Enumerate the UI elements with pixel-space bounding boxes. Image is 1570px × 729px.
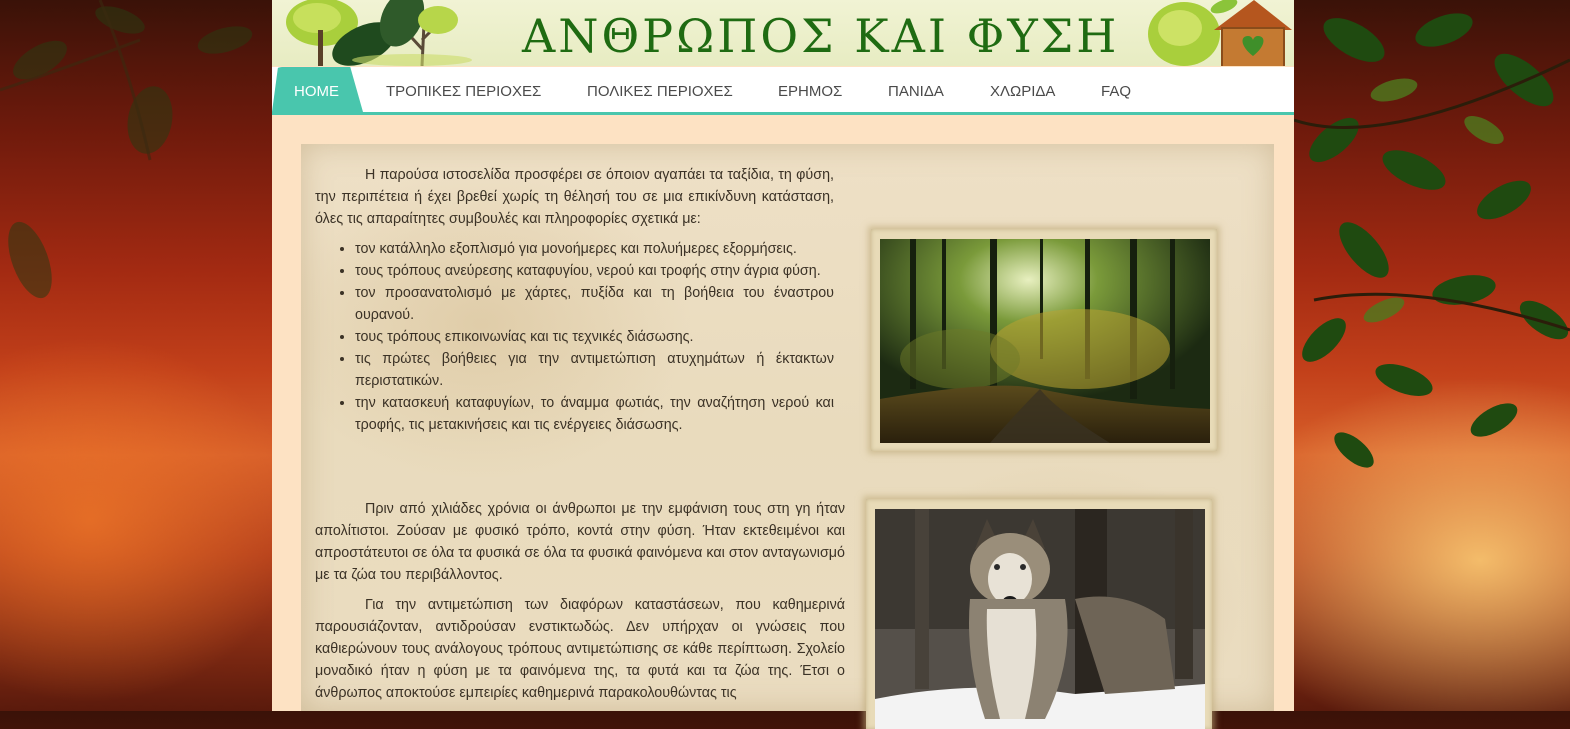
birdhouse-tree-icon <box>1148 0 1292 66</box>
content-panel: Η παρούσα ιστοσελίδα προσφέρει σε όποιον… <box>301 144 1274 729</box>
wolf-photo-frame <box>866 499 1212 729</box>
intro-section: Η παρούσα ιστοσελίδα προσφέρει σε όποιον… <box>315 164 834 436</box>
forest-photo <box>880 239 1210 443</box>
background-foliage-right <box>1294 13 1570 468</box>
nav-item-flora[interactable]: ΧΛΩΡΙΔΑ <box>990 67 1055 112</box>
list-item: τους τρόπους επικοινωνίας και τις τεχνικ… <box>355 326 834 348</box>
nav-item-tropical-regions[interactable]: ΤΡΟΠΙΚΕΣ ΠΕΡΙΟΧΕΣ <box>386 67 541 112</box>
site-header: ΑΝΘΡΩΠΟΣ ΚΑΙ ΦΥΣΗ <box>272 0 1294 66</box>
history-paragraph: Για την αντιμετώπιση των διαφόρων καταστ… <box>315 597 845 701</box>
history-section: Πριν από χιλιάδες χρόνια οι άνθρωποι με … <box>315 498 845 712</box>
trees-leaf-logo-icon <box>286 0 472 66</box>
list-item: τον προσανατολισμό με χάρτες, πυξίδα και… <box>355 282 834 326</box>
nav-item-desert[interactable]: ΕΡΗΜΟΣ <box>778 67 842 112</box>
nav-item-faq[interactable]: FAQ <box>1101 67 1131 112</box>
background-foliage-left <box>0 0 253 299</box>
nav-item-polar-regions[interactable]: ΠΟΛΙΚΕΣ ΠΕΡΙΟΧΕΣ <box>587 67 733 112</box>
list-item: τις πρώτες βοήθειες για την αντιμετώπιση… <box>355 348 834 392</box>
page-container: ΑΝΘΡΩΠΟΣ ΚΑΙ ΦΥΣΗ HOME ΤΡΟΠΙΚΕΣ ΠΕΡΙΟΧΕΣ… <box>272 0 1294 729</box>
wolf-photo <box>875 509 1205 729</box>
nav-item-fauna[interactable]: ΠΑΝΙΔΑ <box>888 67 944 112</box>
forest-photo-frame <box>871 229 1217 451</box>
list-item: την κατασκευή καταφυγίων, το άναμμα φωτι… <box>355 392 834 436</box>
intro-paragraph: Η παρούσα ιστοσελίδα προσφέρει σε όποιον… <box>315 167 834 227</box>
main-navigation: HOME ΤΡΟΠΙΚΕΣ ΠΕΡΙΟΧΕΣ ΠΟΛΙΚΕΣ ΠΕΡΙΟΧΕΣ … <box>272 67 1294 115</box>
nav-item-home[interactable]: HOME <box>272 67 363 112</box>
list-item: τον κατάλληλο εξοπλισμό για μονοήμερες κ… <box>355 238 834 260</box>
list-item: τους τρόπους ανεύρεσης καταφυγίου, νερού… <box>355 260 834 282</box>
history-paragraph: Πριν από χιλιάδες χρόνια οι άνθρωποι με … <box>315 501 845 583</box>
intro-list: τον κατάλληλο εξοπλισμό για μονοήμερες κ… <box>315 238 834 436</box>
site-title: ΑΝΘΡΩΠΟΣ ΚΑΙ ΦΥΣΗ <box>522 9 1120 63</box>
